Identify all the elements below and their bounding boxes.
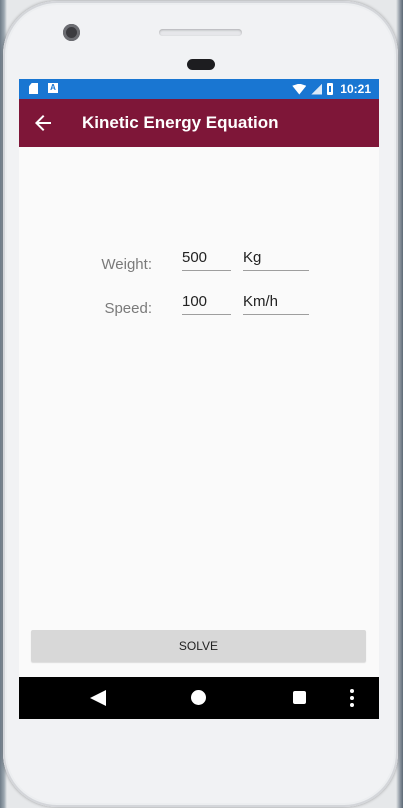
front-camera-icon [63,24,80,41]
sd-card-icon [29,83,38,94]
a-notification-icon: A [48,83,58,93]
weight-input[interactable] [182,245,231,271]
battery-charging-icon [327,83,334,95]
earpiece-speaker [159,29,242,36]
solve-button[interactable]: SOLVE [31,630,366,662]
signal-icon [311,83,323,95]
overflow-menu-icon[interactable] [350,689,354,707]
wifi-icon [292,83,307,95]
app-screen: A 10:21 Kinetic Energy Equation Weight: … [19,79,379,719]
speed-row: Speed: Km/h [19,289,379,323]
weight-unit-picker[interactable]: Kg [243,245,309,271]
back-button[interactable] [31,111,55,135]
weight-row: Weight: Kg [19,245,379,279]
speed-label: Speed: [104,300,152,317]
weight-label: Weight: [101,256,152,273]
speed-unit-picker[interactable]: Km/h [243,289,309,315]
status-bar: A 10:21 [19,79,379,99]
home-circle-icon[interactable] [191,690,206,705]
arrow-back-icon [35,115,51,131]
app-bar: Kinetic Energy Equation [19,99,379,147]
status-time: 10:21 [340,82,371,96]
back-triangle-icon[interactable] [90,690,106,706]
status-left-icons: A [29,83,58,94]
navigation-bar [19,677,379,719]
speed-input[interactable] [182,289,231,315]
recents-square-icon[interactable] [293,691,306,704]
proximity-sensor [187,59,215,70]
status-right-icons: 10:21 [292,81,371,97]
app-title: Kinetic Energy Equation [82,113,279,132]
